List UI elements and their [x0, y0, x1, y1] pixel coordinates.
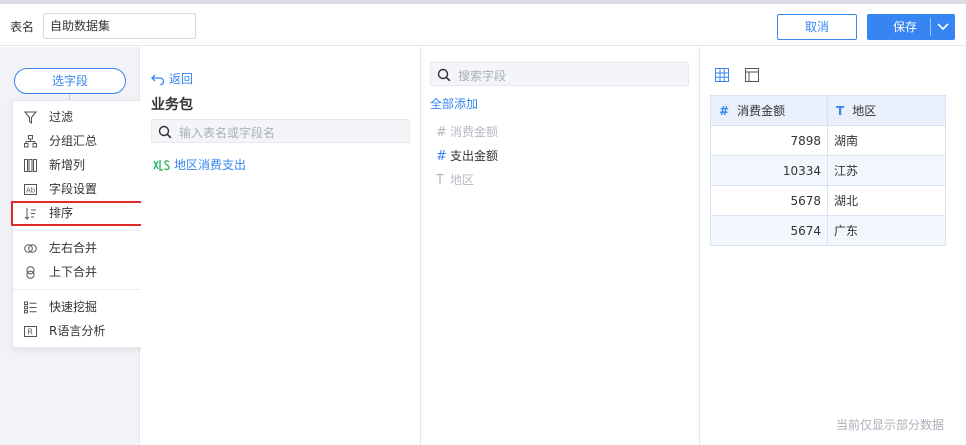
table-row: 10334 江苏: [710, 155, 946, 186]
add-all-link[interactable]: 全部添加: [430, 95, 478, 112]
search-placeholder: 输入表名或字段名: [179, 126, 276, 140]
preview-panel: # 消费金额 T 地区 7898 湖南 10334 江苏 5678 湖北 5674 广东 当…: [701, 47, 966, 445]
table-header-row: # 消费金额 T 地区: [710, 95, 946, 126]
menu-item-join-horizontal[interactable]: 左右合并: [13, 237, 152, 259]
field-label: 支出金额: [450, 149, 499, 163]
menu-item-label: 新增列: [49, 158, 86, 172]
table-cell: 湖南: [827, 125, 946, 156]
table-item[interactable]: 地区消费支出: [153, 156, 246, 173]
menu-item-field-settings[interactable]: Ab 字段设置: [13, 178, 152, 200]
analysis-view-icon[interactable]: [744, 68, 759, 82]
table-icon: [153, 160, 170, 171]
top-bar: 表名 自助数据集 取消 保存: [0, 0, 966, 46]
menu-item-r-analysis[interactable]: R R语言分析: [13, 320, 152, 342]
field-label: 地区: [450, 173, 475, 187]
save-button[interactable]: 保存: [867, 14, 955, 40]
quick-mining-icon: [24, 301, 37, 314]
text-type-icon: T: [436, 173, 444, 188]
save-divider: [930, 18, 931, 36]
table-cell: 江苏: [827, 155, 946, 186]
highlight-annotation: [11, 201, 152, 226]
column-header-label: 消费金额: [737, 104, 786, 118]
menu-item-filter[interactable]: 过滤: [13, 106, 152, 128]
menu-divider: [13, 230, 152, 231]
menu-item-add-column[interactable]: 新增列: [13, 154, 152, 176]
table-cell: 7898: [710, 125, 828, 156]
join-vertical-icon: [26, 266, 35, 279]
field-settings-icon: Ab: [24, 184, 37, 195]
filter-icon: [24, 111, 37, 124]
number-type-icon: #: [436, 149, 447, 164]
table-cell: 5674: [710, 215, 828, 246]
table-search-input[interactable]: 输入表名或字段名: [151, 119, 410, 143]
menu-item-label: 过滤: [49, 110, 74, 124]
table-cell: 10334: [710, 155, 828, 186]
package-title: 业务包: [151, 97, 193, 113]
menu-item-label: 上下合并: [49, 265, 98, 279]
cancel-button[interactable]: 取消: [777, 14, 857, 40]
preview-footnote: 当前仅显示部分数据: [836, 418, 945, 432]
menu-item-label: 左右合并: [49, 241, 98, 255]
back-link[interactable]: 返回: [151, 70, 193, 87]
select-field-button[interactable]: 选字段: [14, 68, 126, 94]
menu-item-join-vertical[interactable]: 上下合并: [13, 261, 152, 283]
field-item[interactable]: # 支出金额: [436, 147, 498, 164]
join-horizontal-icon: [24, 244, 37, 253]
svg-text:Ab: Ab: [26, 187, 36, 195]
number-type-icon: #: [436, 125, 447, 140]
menu-item-group-summary[interactable]: 分组汇总: [13, 130, 152, 152]
add-column-icon: [24, 159, 37, 172]
table-row: 5674 广东: [710, 215, 946, 246]
menu-item-label: 快速挖掘: [49, 300, 98, 314]
package-panel: 返回 业务包 输入表名或字段名 地区消费支出: [141, 47, 421, 445]
back-arrow-icon: [151, 74, 165, 85]
table-view-icon[interactable]: [715, 68, 729, 82]
menu-item-quick-mining[interactable]: 快速挖掘: [13, 296, 152, 318]
r-analysis-icon: R: [24, 326, 37, 337]
view-toggle: [715, 68, 759, 85]
search-placeholder: 搜索字段: [458, 69, 507, 83]
preview-table: # 消费金额 T 地区 7898 湖南 10334 江苏 5678 湖北 5674 广东: [710, 95, 946, 246]
menu-divider: [13, 289, 152, 290]
table-item-label: 地区消费支出: [174, 158, 247, 172]
menu-item-label: R语言分析: [49, 324, 106, 338]
column-header-label: 地区: [852, 104, 877, 118]
menu-item-label: 分组汇总: [49, 134, 98, 148]
column-header[interactable]: T 地区: [827, 95, 946, 126]
table-cell: 广东: [827, 215, 946, 246]
chevron-down-icon[interactable]: [937, 22, 949, 32]
table-row: 5678 湖北: [710, 185, 946, 216]
svg-text:R: R: [28, 328, 33, 337]
search-icon: [158, 125, 172, 139]
table-cell: 5678: [710, 185, 828, 216]
menu-item-label: 字段设置: [49, 182, 98, 196]
table-row: 7898 湖南: [710, 125, 946, 156]
group-summary-icon: [24, 135, 37, 148]
search-icon: [437, 68, 451, 82]
field-label: 消费金额: [450, 125, 499, 139]
number-type-icon: #: [719, 104, 730, 118]
field-item[interactable]: T 地区: [436, 171, 474, 188]
field-panel: 搜索字段 全部添加 # 消费金额 # 支出金额 T 地区: [422, 47, 700, 445]
column-header[interactable]: # 消费金额: [710, 95, 828, 126]
save-button-label: 保存: [893, 20, 918, 34]
text-type-icon: T: [836, 104, 845, 118]
table-name-label: 表名: [10, 20, 35, 34]
table-name-input[interactable]: 自助数据集: [43, 13, 196, 39]
table-cell: 湖北: [827, 185, 946, 216]
back-label: 返回: [169, 72, 194, 86]
field-search-input[interactable]: 搜索字段: [430, 62, 689, 86]
field-item[interactable]: # 消费金额: [436, 123, 498, 140]
